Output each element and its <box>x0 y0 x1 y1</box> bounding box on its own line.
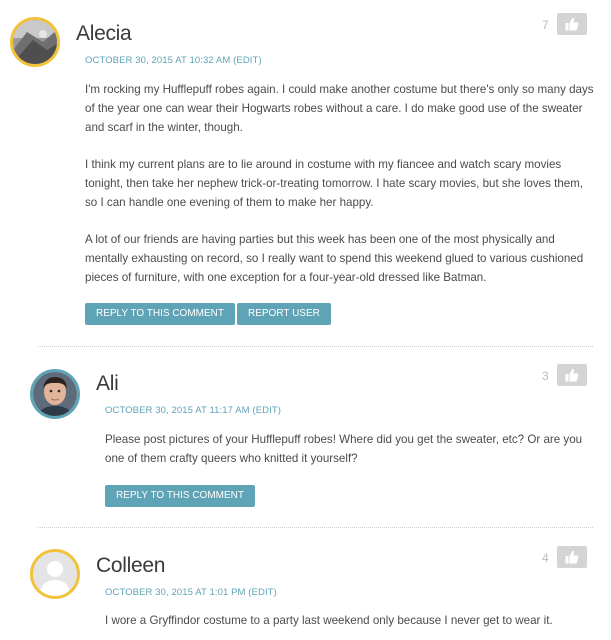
comment-paragraph: I think my current plans are to lie arou… <box>85 158 584 209</box>
comment-meta: OCTOBER 30, 2015 AT 1:01 PM (EDIT) <box>105 587 277 598</box>
avatar-photo-icon <box>33 372 77 416</box>
edit-link[interactable]: (EDIT) <box>248 587 277 598</box>
edit-link[interactable]: (EDIT) <box>252 405 281 416</box>
comment-paragraph: I wore a Gryffindor costume to a party l… <box>105 614 553 627</box>
report-user-button[interactable]: REPORT USER <box>237 303 331 325</box>
avatar[interactable] <box>10 17 60 67</box>
comment-body: Please post pictures of your Hufflepuff … <box>105 430 595 486</box>
comment-ali: Ali OCTOBER 30, 2015 AT 11:17 AM (EDIT) … <box>0 350 611 525</box>
comment-divider <box>38 346 593 347</box>
comment-date-link[interactable]: OCTOBER 30, 2015 AT 10:32 AM <box>85 55 230 66</box>
comment-paragraph: I'm rocking my Hufflepuff robes again. I… <box>85 83 594 134</box>
comment-date-link[interactable]: OCTOBER 30, 2015 AT 1:01 PM <box>105 587 246 598</box>
like-button[interactable] <box>557 364 587 386</box>
comment-meta: OCTOBER 30, 2015 AT 11:17 AM (EDIT) <box>105 405 281 416</box>
avatar[interactable] <box>30 369 80 419</box>
like-button[interactable] <box>557 546 587 568</box>
comment-meta: OCTOBER 30, 2015 AT 10:32 AM (EDIT) <box>85 55 262 66</box>
thumbs-up-icon <box>565 550 579 564</box>
avatar-photo-icon <box>13 20 57 64</box>
comment-author[interactable]: Alecia <box>76 22 132 46</box>
thumbs-up-icon <box>565 368 579 382</box>
comment-paragraph: A lot of our friends are having parties … <box>85 233 584 284</box>
vote-count: 4 <box>542 551 549 565</box>
avatar[interactable] <box>30 549 80 599</box>
comment-body: I'm rocking my Hufflepuff robes again. I… <box>85 80 595 305</box>
reply-button[interactable]: REPLY TO THIS COMMENT <box>105 485 255 507</box>
comment-body: I wore a Gryffindor costume to a party l… <box>105 611 600 640</box>
edit-link[interactable]: (EDIT) <box>233 55 262 66</box>
comment-author[interactable]: Colleen <box>96 554 165 578</box>
like-button[interactable] <box>557 13 587 35</box>
comment-colleen: Colleen OCTOBER 30, 2015 AT 1:01 PM (EDI… <box>0 530 611 640</box>
reply-button[interactable]: REPLY TO THIS COMMENT <box>85 303 235 325</box>
default-avatar-icon <box>33 552 77 596</box>
comment-paragraph: Please post pictures of your Hufflepuff … <box>105 433 583 465</box>
comment-date-link[interactable]: OCTOBER 30, 2015 AT 11:17 AM <box>105 405 250 416</box>
thumbs-up-icon <box>565 17 579 31</box>
comment-author[interactable]: Ali <box>96 372 119 396</box>
comment-alecia: Alecia OCTOBER 30, 2015 AT 10:32 AM (EDI… <box>0 0 611 340</box>
vote-count: 3 <box>542 369 549 383</box>
vote-count: 7 <box>542 18 549 32</box>
comment-divider <box>38 527 593 528</box>
